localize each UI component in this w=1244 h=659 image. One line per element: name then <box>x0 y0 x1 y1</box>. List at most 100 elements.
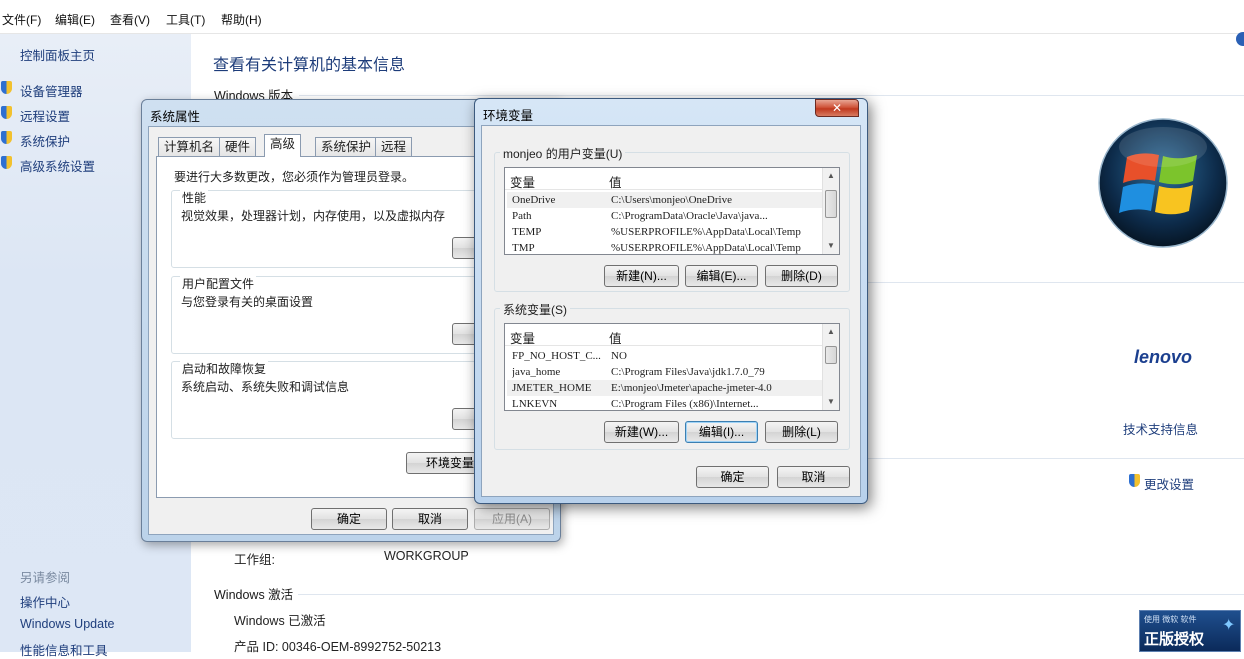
help-icon[interactable] <box>1236 32 1244 46</box>
list-item[interactable]: java_home C:\Program Files\Java\jdk1.7.0… <box>507 364 822 380</box>
performance-desc: 视觉效果，处理器计划，内存使用，以及虚拟内存 <box>181 209 446 223</box>
scroll-up-icon[interactable]: ▲ <box>823 324 839 340</box>
variable-name: TEMP <box>512 226 542 238</box>
user-profiles-desc: 与您登录有关的桌面设置 <box>181 295 314 309</box>
scroll-thumb[interactable] <box>825 346 837 364</box>
list-item[interactable]: TMP %USERPROFILE%\AppData\Local\Temp <box>507 240 822 254</box>
divider <box>299 95 1244 96</box>
variable-value: NO <box>611 350 627 362</box>
variable-name: JMETER_HOME <box>512 382 592 394</box>
startup-recovery-desc: 系统启动、系统失败和调试信息 <box>181 380 350 394</box>
user-variables-list[interactable]: 变量 值 OneDrive C:\Users\monjeo\OneDrive P… <box>504 167 840 255</box>
startup-recovery-title: 启动和故障恢复 <box>180 360 269 377</box>
variable-value: C:\Users\monjeo\OneDrive <box>611 194 732 206</box>
list-item[interactable]: Path C:\ProgramData\Oracle\Java\java... <box>507 208 822 224</box>
scroll-up-icon[interactable]: ▲ <box>823 168 839 184</box>
menu-tools[interactable]: 工具(T) <box>166 11 205 28</box>
cancel-button[interactable]: 取消 <box>392 508 468 530</box>
vertical-scrollbar[interactable]: ▲ ▼ <box>822 168 839 254</box>
scroll-down-icon[interactable]: ▼ <box>823 394 839 410</box>
list-item[interactable]: FP_NO_HOST_C... NO <box>507 348 822 364</box>
see-also-action-center[interactable]: 操作中心 <box>20 592 70 611</box>
sidebar-item-device-manager[interactable]: 设备管理器 <box>20 81 83 100</box>
column-header-value[interactable]: 值 <box>609 328 822 347</box>
divider <box>867 458 1244 459</box>
scroll-down-icon[interactable]: ▼ <box>823 238 839 254</box>
menu-view[interactable]: 查看(V) <box>110 11 150 28</box>
uac-shield-icon <box>1 81 12 94</box>
genuine-badge-title: 正版授权 <box>1144 631 1205 648</box>
variable-value: %USERPROFILE%\AppData\Local\Temp <box>611 242 801 254</box>
user-new-button[interactable]: 新建(N)... <box>604 265 679 287</box>
variable-name: TMP <box>512 242 535 254</box>
list-item[interactable]: OneDrive C:\Users\monjeo\OneDrive <box>507 192 822 208</box>
list-item[interactable]: LNKEVN C:\Program Files (x86)\Internet..… <box>507 396 822 410</box>
performance-title: 性能 <box>180 189 209 206</box>
product-id: 产品 ID: 00346-OEM-8992752-50213 <box>234 640 442 654</box>
activation-header: Windows 激活 <box>214 588 294 602</box>
system-variables-list[interactable]: 变量 值 FP_NO_HOST_C... NO java_home C:\Pro… <box>504 323 840 411</box>
variable-name: FP_NO_HOST_C... <box>512 350 601 362</box>
column-header-variable[interactable]: 变量 <box>510 328 604 347</box>
tab-remote[interactable]: 远程 <box>375 137 413 157</box>
variable-name: java_home <box>512 366 561 378</box>
tab-advanced[interactable]: 高级 <box>264 134 302 157</box>
tab-system-protection[interactable]: 系统保护 <box>315 137 378 157</box>
uac-shield-icon <box>1 131 12 144</box>
variable-value: C:\Program Files\Java\jdk1.7.0_79 <box>611 366 765 378</box>
menu-file[interactable]: 文件(F) <box>2 11 41 28</box>
menu-bar: 文件(F) 编辑(E) 查看(V) 工具(T) 帮助(H) <box>0 0 1244 34</box>
divider <box>298 594 1244 595</box>
variable-value: C:\Program Files (x86)\Internet... <box>611 398 759 410</box>
menu-edit[interactable]: 编辑(E) <box>55 11 95 28</box>
scroll-thumb[interactable] <box>825 190 837 218</box>
ok-button[interactable]: 确定 <box>311 508 387 530</box>
list-header: 变量 值 <box>505 324 822 346</box>
divider <box>867 282 1244 283</box>
menu-help[interactable]: 帮助(H) <box>221 11 262 28</box>
activation-status: Windows 已激活 <box>234 614 326 628</box>
cancel-button[interactable]: 取消 <box>777 466 850 488</box>
genuine-badge[interactable]: 使用 微软 软件 正版授权 ✦ <box>1139 610 1241 652</box>
sidebar-item-remote-settings[interactable]: 远程设置 <box>20 106 70 125</box>
workgroup-value: WORKGROUP <box>384 549 469 563</box>
ok-button[interactable]: 确定 <box>696 466 769 488</box>
sidebar-item-advanced-settings[interactable]: 高级系统设置 <box>20 156 95 175</box>
variable-name: OneDrive <box>512 194 556 206</box>
column-header-value[interactable]: 值 <box>609 172 822 191</box>
system-new-button[interactable]: 新建(W)... <box>604 421 679 443</box>
support-info-link[interactable]: 技术支持信息 <box>1123 419 1198 438</box>
control-panel-home-link[interactable]: 控制面板主页 <box>20 45 95 64</box>
variable-value: C:\ProgramData\Oracle\Java\java... <box>611 210 768 222</box>
workgroup-label: 工作组: <box>234 553 275 567</box>
see-also-windows-update[interactable]: Windows Update <box>20 617 115 631</box>
dialog-title: 环境变量 <box>483 109 534 123</box>
admin-note: 要进行大多数更改，您必须作为管理员登录。 <box>174 170 415 184</box>
sidebar-item-system-protection[interactable]: 系统保护 <box>20 131 70 150</box>
user-delete-button[interactable]: 删除(D) <box>765 265 838 287</box>
variable-value: E:\monjeo\Jmeter\apache-jmeter-4.0 <box>611 382 772 394</box>
dialog-title: 系统属性 <box>150 110 201 124</box>
list-item[interactable]: JMETER_HOME E:\monjeo\Jmeter\apache-jmet… <box>507 380 822 396</box>
variable-value: %USERPROFILE%\AppData\Local\Temp <box>611 226 801 238</box>
see-also-heading: 另请参阅 <box>20 571 71 585</box>
see-also-performance[interactable]: 性能信息和工具 <box>20 640 108 659</box>
list-item[interactable]: TEMP %USERPROFILE%\AppData\Local\Temp <box>507 224 822 240</box>
lenovo-logo: lenovo <box>1134 347 1193 367</box>
list-header: 变量 值 <box>505 168 822 190</box>
genuine-badge-caption: 使用 微软 软件 <box>1144 615 1197 624</box>
column-header-variable[interactable]: 变量 <box>510 172 604 191</box>
user-edit-button[interactable]: 编辑(E)... <box>685 265 758 287</box>
uac-shield-icon <box>1129 474 1140 487</box>
tab-computer-name[interactable]: 计算机名 <box>158 137 221 157</box>
variable-name: LNKEVN <box>512 398 558 410</box>
system-delete-button[interactable]: 删除(L) <box>765 421 838 443</box>
change-settings-link[interactable]: 更改设置 <box>1144 474 1194 493</box>
apply-button[interactable]: 应用(A) <box>474 508 550 530</box>
close-icon[interactable]: ✕ <box>815 99 859 117</box>
system-edit-button[interactable]: 编辑(I)... <box>685 421 758 443</box>
star-icon: ✦ <box>1222 617 1236 634</box>
dialog-body: monjeo 的用户变量(U) 变量 值 OneDrive C:\Users\m… <box>481 125 861 497</box>
tab-hardware[interactable]: 硬件 <box>219 137 257 157</box>
vertical-scrollbar[interactable]: ▲ ▼ <box>822 324 839 410</box>
